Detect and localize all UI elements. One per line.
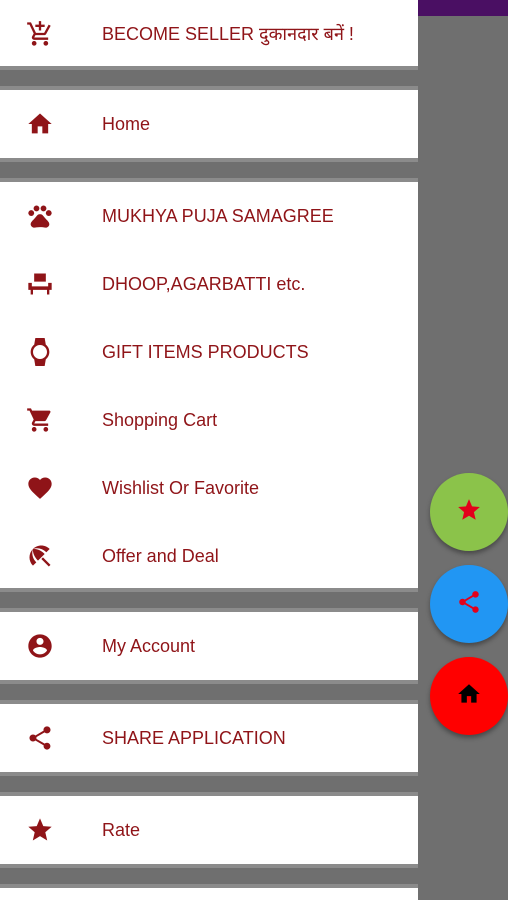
divider bbox=[0, 864, 418, 888]
drawer-item-label: BECOME SELLER दुकानदार बनें ! bbox=[102, 24, 354, 44]
drawer-item-label: Home bbox=[102, 113, 151, 134]
star-icon bbox=[456, 497, 482, 528]
divider bbox=[0, 680, 418, 704]
drawer-item-become-seller[interactable]: BECOME SELLER दुकानदार बनें ! bbox=[0, 0, 418, 68]
drawer-section-home: Home bbox=[0, 90, 418, 158]
drawer-item-mukhya-puja-samagree[interactable]: MUKHYA PUJA SAMAGREE bbox=[0, 182, 418, 250]
drawer-item-label: GIFT ITEMS PRODUCTS bbox=[102, 341, 309, 362]
drawer-item-label: My Account bbox=[102, 635, 196, 656]
drawer-item-wishlist[interactable]: Wishlist Or Favorite bbox=[0, 454, 418, 522]
share-fab-button[interactable] bbox=[430, 565, 508, 643]
divider bbox=[0, 66, 418, 90]
divider bbox=[0, 158, 418, 182]
drawer-item-label: Offer and Deal bbox=[102, 545, 219, 566]
cart-icon bbox=[24, 404, 56, 436]
home-icon bbox=[24, 108, 56, 140]
drawer-item-label: SHARE APPLICATION bbox=[102, 727, 286, 748]
drawer-item-dhoop-agarbatti[interactable]: DHOOP,AGARBATTI etc. bbox=[0, 250, 418, 318]
navigation-drawer: BECOME SELLER दुकानदार बनें ! Home MUKHY… bbox=[0, 0, 418, 900]
paw-icon bbox=[24, 200, 56, 232]
drawer-item-label: Wishlist Or Favorite bbox=[102, 477, 260, 498]
drawer-item-rate[interactable]: Rate bbox=[0, 796, 418, 864]
heart-icon bbox=[24, 472, 56, 504]
share-icon bbox=[24, 722, 56, 754]
drawer-item-home[interactable]: Home bbox=[0, 90, 418, 158]
watch-icon bbox=[24, 336, 56, 368]
share-icon bbox=[456, 589, 482, 620]
home-icon bbox=[456, 681, 482, 712]
drawer-section-seller: BECOME SELLER दुकानदार बनें ! bbox=[0, 0, 418, 66]
drawer-item-share-application[interactable]: SHARE APPLICATION bbox=[0, 704, 418, 772]
drawer-item-my-account[interactable]: My Account bbox=[0, 612, 418, 680]
beach-umbrella-icon bbox=[24, 540, 56, 572]
drawer-section-account: My Account bbox=[0, 612, 418, 680]
divider bbox=[0, 588, 418, 612]
drawer-item-shopping-cart[interactable]: Shopping Cart bbox=[0, 386, 418, 454]
account-circle-icon bbox=[24, 630, 56, 662]
home-fab-button[interactable] bbox=[430, 657, 508, 735]
drawer-item-label: MUKHYA PUJA SAMAGREE bbox=[102, 205, 334, 226]
drawer-section-next bbox=[0, 888, 418, 900]
seat-icon bbox=[24, 268, 56, 300]
drawer-item-label: DHOOP,AGARBATTI etc. bbox=[102, 273, 306, 294]
drawer-item-label: Shopping Cart bbox=[102, 409, 218, 430]
drawer-section-rate: Rate bbox=[0, 796, 418, 864]
app-toolbar-edge bbox=[418, 0, 508, 16]
drawer-item-gift-items[interactable]: GIFT ITEMS PRODUCTS bbox=[0, 318, 418, 386]
add-to-cart-icon bbox=[24, 18, 56, 50]
drawer-item-offer-deal[interactable]: Offer and Deal bbox=[0, 522, 418, 590]
star-icon bbox=[24, 814, 56, 846]
rate-fab-button[interactable] bbox=[430, 473, 508, 551]
drawer-item-label: Rate bbox=[102, 819, 141, 840]
drawer-section-share: SHARE APPLICATION bbox=[0, 704, 418, 772]
drawer-section-categories: MUKHYA PUJA SAMAGREE DHOOP,AGARBATTI etc… bbox=[0, 182, 418, 588]
divider bbox=[0, 772, 418, 796]
